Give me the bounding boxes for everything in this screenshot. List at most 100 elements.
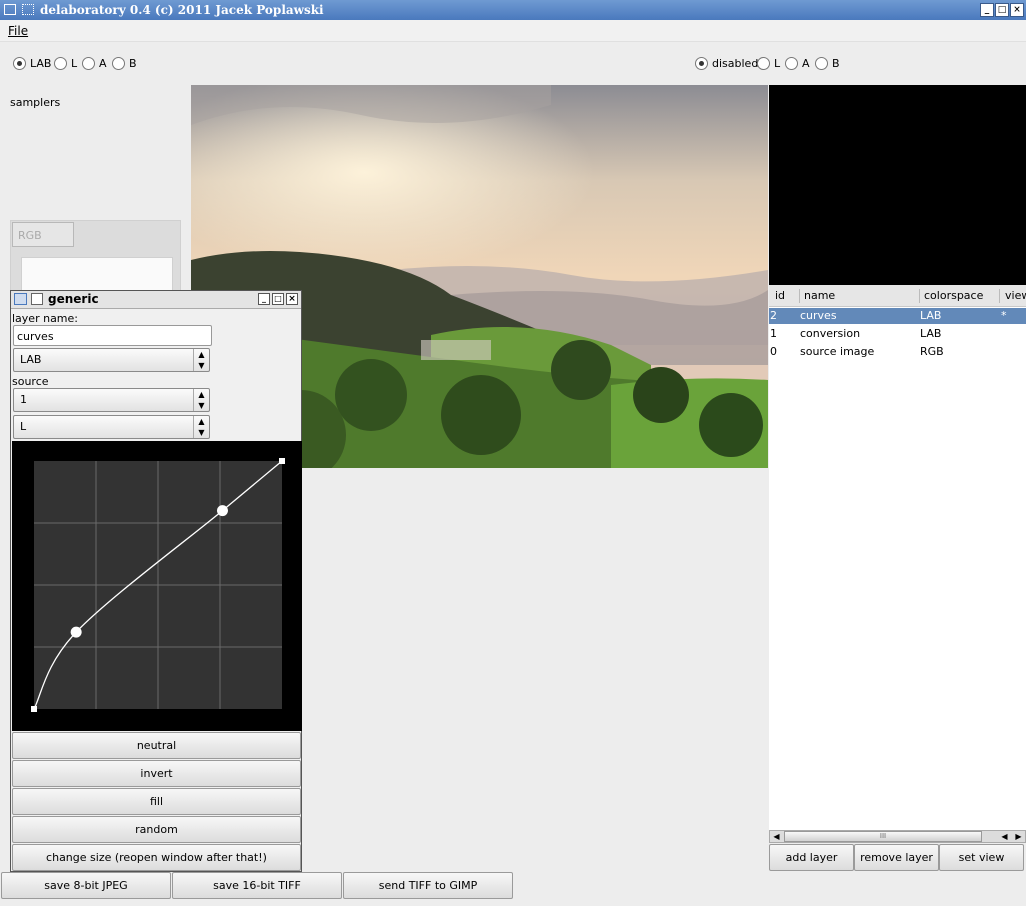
- combo-value: LAB: [20, 353, 42, 366]
- neutral-button[interactable]: neutral: [12, 732, 301, 759]
- sticky-icon[interactable]: [31, 293, 43, 305]
- radio-label: A: [99, 57, 107, 70]
- col-view[interactable]: view: [1005, 289, 1026, 302]
- radio-view-a[interactable]: A: [785, 57, 810, 70]
- table-hscroll[interactable]: ◀ III ◀ ▶: [769, 830, 1026, 843]
- radio-a[interactable]: A: [82, 57, 107, 70]
- close-icon[interactable]: ×: [286, 293, 298, 305]
- table-header: id name colorspace view: [769, 285, 1026, 307]
- combo-value: 1: [20, 393, 27, 406]
- cell-name: curves: [800, 309, 837, 322]
- col-colorspace[interactable]: colorspace: [924, 289, 983, 302]
- menu-bar: File: [0, 20, 1026, 42]
- sampler-panel: RGB: [10, 220, 181, 293]
- layer-name-label: layer name:: [12, 312, 78, 325]
- menu-file[interactable]: File: [8, 24, 28, 38]
- close-button[interactable]: ×: [1010, 3, 1024, 17]
- invert-button[interactable]: invert: [12, 760, 301, 787]
- colorspace-combo[interactable]: LAB ▲ ▼: [13, 348, 210, 372]
- cell-colorspace: LAB: [920, 327, 942, 340]
- updown-arrows-icon: ▲ ▼: [193, 349, 209, 371]
- radio-dot: [13, 57, 26, 70]
- radio-view-l[interactable]: L: [757, 57, 780, 70]
- combo-value: L: [20, 420, 27, 433]
- remove-layer-button[interactable]: remove layer: [854, 844, 939, 871]
- cell-id: 2: [770, 309, 777, 322]
- curve-control-point[interactable]: [70, 626, 82, 638]
- save-jpeg-button[interactable]: save 8-bit JPEG: [1, 872, 171, 899]
- radio-view-b[interactable]: B: [815, 57, 840, 70]
- radio-dot: [112, 57, 125, 70]
- curve-control-point[interactable]: [216, 505, 228, 517]
- radio-b[interactable]: B: [112, 57, 137, 70]
- curve-canvas[interactable]: [12, 441, 302, 731]
- radio-label: A: [802, 57, 810, 70]
- layer-name-input[interactable]: curves: [13, 325, 212, 346]
- sampler-area: [21, 257, 173, 293]
- maximize-button[interactable]: □: [995, 3, 1009, 17]
- layer-name-value: curves: [17, 330, 54, 343]
- cell-id: 1: [770, 327, 777, 340]
- col-id[interactable]: id: [775, 289, 785, 302]
- save-tiff-button[interactable]: save 16-bit TIFF: [172, 872, 342, 899]
- fill-button[interactable]: fill: [12, 788, 301, 815]
- window-menu-icon[interactable]: [4, 4, 16, 15]
- cell-id: 0: [770, 345, 777, 358]
- samplers-label: samplers: [10, 96, 61, 109]
- cell-name: source image: [800, 345, 875, 358]
- generic-title-bar[interactable]: generic _ □ ×: [11, 291, 301, 309]
- generic-title: generic: [48, 292, 99, 306]
- radio-lab[interactable]: LAB: [13, 57, 51, 70]
- window-title: delaboratory 0.4 (c) 2011 Jacek Poplawsk…: [40, 3, 324, 17]
- title-bar: delaboratory 0.4 (c) 2011 Jacek Poplawsk…: [0, 0, 1026, 20]
- minimize-button[interactable]: _: [980, 3, 994, 17]
- radio-l[interactable]: L: [54, 57, 77, 70]
- window-menu-icon[interactable]: [14, 293, 27, 305]
- radio-label: L: [71, 57, 78, 70]
- updown-arrows-icon: ▲ ▼: [193, 389, 209, 411]
- updown-arrows-icon: ▲ ▼: [193, 416, 209, 438]
- cell-colorspace: RGB: [920, 345, 944, 358]
- radio-label: LAB: [30, 57, 52, 70]
- radio-dot: [82, 57, 95, 70]
- radio-dot: [815, 57, 828, 70]
- radio-label: L: [774, 57, 781, 70]
- curve-control-point[interactable]: [31, 706, 37, 712]
- generic-layer-window: generic _ □ × layer name: curves LAB ▲ ▼ …: [10, 290, 302, 872]
- minimize-icon[interactable]: _: [258, 293, 270, 305]
- sampler-colorspace-combo[interactable]: RGB: [12, 222, 74, 247]
- radio-label: B: [832, 57, 840, 70]
- radio-disabled[interactable]: disabled: [695, 57, 758, 70]
- table-row[interactable]: 1 conversion LAB: [769, 326, 1026, 342]
- radio-dot: [695, 57, 708, 70]
- random-button[interactable]: random: [12, 816, 301, 843]
- radio-dot: [757, 57, 770, 70]
- radio-dot: [54, 57, 67, 70]
- radio-dot: [785, 57, 798, 70]
- cell-view: *: [1001, 309, 1007, 322]
- radio-label: B: [129, 57, 137, 70]
- curve-control-point[interactable]: [279, 458, 285, 464]
- send-gimp-button[interactable]: send TIFF to GIMP: [343, 872, 513, 899]
- scroll-thumb[interactable]: III: [784, 831, 982, 842]
- scroll-right-arrow-icon[interactable]: ▶: [1012, 831, 1025, 842]
- table-row[interactable]: 0 source image RGB: [769, 344, 1026, 360]
- table-row[interactable]: 2 curves LAB *: [769, 308, 1026, 324]
- scroll-left-arrow-icon[interactable]: ◀: [998, 831, 1011, 842]
- sticky-icon[interactable]: [22, 4, 34, 15]
- layers-table: id name colorspace view 2 curves LAB * 1…: [769, 285, 1026, 830]
- cell-colorspace: LAB: [920, 309, 942, 322]
- view-preview: [769, 85, 1026, 285]
- source-label: source: [12, 375, 49, 388]
- maximize-icon[interactable]: □: [272, 293, 284, 305]
- add-layer-button[interactable]: add layer: [769, 844, 854, 871]
- scroll-left-arrow-icon[interactable]: ◀: [770, 831, 783, 842]
- sampler-combo-value: RGB: [18, 229, 42, 242]
- channel-combo[interactable]: L ▲ ▼: [13, 415, 210, 439]
- curve-editor[interactable]: [12, 441, 302, 731]
- change-size-button[interactable]: change size (reopen window after that!): [12, 844, 301, 871]
- col-name[interactable]: name: [804, 289, 835, 302]
- set-view-button[interactable]: set view: [939, 844, 1024, 871]
- source-combo[interactable]: 1 ▲ ▼: [13, 388, 210, 412]
- cell-name: conversion: [800, 327, 861, 340]
